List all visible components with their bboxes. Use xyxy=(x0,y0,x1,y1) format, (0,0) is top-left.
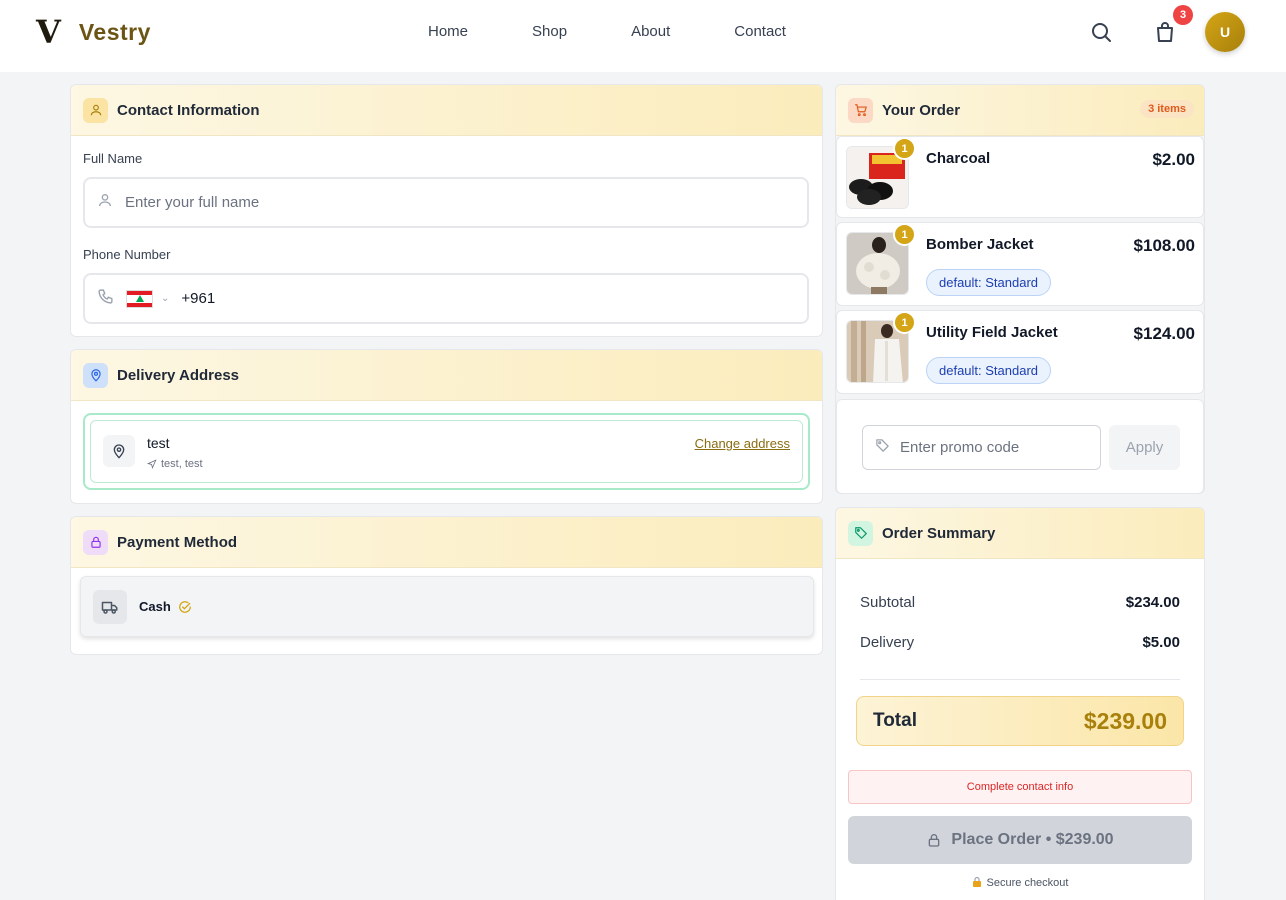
phone-dial-code[interactable]: +961 xyxy=(181,290,215,307)
full-name-label: Full Name xyxy=(83,151,143,166)
total-row: Total $239.00 xyxy=(856,696,1184,746)
order-summary-card: Order Summary Subtotal $234.00 Delivery … xyxy=(835,507,1205,900)
items-count-badge: 3 items xyxy=(1140,100,1194,118)
your-order-title: Your Order xyxy=(882,101,961,119)
change-address-link[interactable]: Change address xyxy=(695,436,790,451)
order-summary-title: Order Summary xyxy=(882,524,996,542)
phone-icon xyxy=(97,288,114,310)
order-item: 1 Utility Field Jacket $124.00 default: … xyxy=(836,310,1204,394)
your-order-header: Your Order 3 items xyxy=(836,85,1204,136)
promo-code-input[interactable] xyxy=(900,439,1090,456)
order-item: 1 Charcoal $2.00 xyxy=(836,136,1204,218)
payment-method-title: Payment Method xyxy=(117,533,238,551)
navigation-icon xyxy=(147,459,157,469)
variant-chip: default: Standard xyxy=(926,357,1052,384)
address-line-text: test, test xyxy=(161,458,203,470)
item-price: $2.00 xyxy=(1152,150,1195,169)
phone-label: Phone Number xyxy=(83,247,171,262)
user-avatar[interactable]: U xyxy=(1205,12,1245,52)
lebanon-flag-icon[interactable] xyxy=(126,289,153,308)
truck-icon xyxy=(93,589,127,624)
cart-count-badge: 3 xyxy=(1173,5,1193,25)
contact-info-header: Contact Information xyxy=(71,85,822,136)
subtotal-label: Subtotal xyxy=(860,594,916,611)
item-name: Utility Field Jacket xyxy=(926,324,1058,341)
place-order-label: Place Order • $239.00 xyxy=(951,831,1114,848)
phone-field: ⌄ +961 xyxy=(83,273,809,324)
order-summary-header: Order Summary xyxy=(836,508,1204,559)
total-value: $239.00 xyxy=(1083,707,1167,734)
payment-method-header: Payment Method xyxy=(71,517,822,568)
top-navbar: V Vestry Home Shop About Contact 3 U xyxy=(0,0,1286,72)
full-name-input[interactable] xyxy=(125,194,725,211)
tag-icon xyxy=(875,438,890,458)
shopping-bag-icon[interactable] xyxy=(1153,20,1177,44)
address-option[interactable]: test test, test Change address xyxy=(90,420,803,483)
delivery-label: Delivery xyxy=(860,634,915,651)
item-name: Bomber Jacket xyxy=(926,236,1034,253)
delivery-address-title: Delivery Address xyxy=(117,366,240,384)
quantity-badge: 1 xyxy=(893,311,916,334)
address-name: test xyxy=(147,435,170,451)
selected-address-frame[interactable]: test test, test Change address xyxy=(83,413,810,490)
check-circle-icon xyxy=(178,600,192,614)
quantity-badge: 1 xyxy=(893,137,916,160)
variant-chip: default: Standard xyxy=(926,269,1052,296)
secure-checkout-text: Secure checkout xyxy=(986,877,1069,889)
user-icon xyxy=(97,192,113,213)
secure-checkout-note: Secure checkout xyxy=(836,876,1204,890)
logo-mark: V xyxy=(36,13,61,51)
validation-warning: Complete contact info xyxy=(848,770,1192,804)
promo-code-section: Apply xyxy=(836,399,1204,493)
full-name-field xyxy=(83,177,809,228)
map-pin-icon xyxy=(83,362,108,388)
search-icon[interactable] xyxy=(1089,20,1113,44)
promo-code-field xyxy=(862,425,1101,470)
nav-home[interactable]: Home xyxy=(428,22,468,42)
subtotal-row: Subtotal $234.00 xyxy=(860,594,1180,611)
quantity-badge: 1 xyxy=(893,223,916,246)
item-price: $124.00 xyxy=(1133,324,1195,343)
lock-icon xyxy=(83,529,108,555)
total-label: Total xyxy=(873,710,917,731)
item-price: $108.00 xyxy=(1133,236,1195,255)
nav-about[interactable]: About xyxy=(631,22,670,42)
lock-icon xyxy=(929,834,940,847)
address-line: test, test xyxy=(147,458,203,470)
chevron-down-icon[interactable]: ⌄ xyxy=(161,293,169,304)
user-icon xyxy=(83,97,108,123)
delivery-value: $5.00 xyxy=(1142,634,1180,651)
payment-option-label: Cash xyxy=(139,599,171,614)
brand-logo[interactable]: V Vestry xyxy=(36,16,151,48)
order-item: 1 Bomber Jacket $108.00 default: Standar… xyxy=(836,222,1204,306)
place-order-button[interactable]: Place Order • $239.00 xyxy=(848,816,1192,864)
main-nav: Home Shop About Contact xyxy=(428,22,850,42)
delivery-address-header: Delivery Address xyxy=(71,350,822,401)
padlock-icon xyxy=(972,876,982,890)
cart-icon xyxy=(848,97,873,123)
item-name: Charcoal xyxy=(926,150,991,167)
delivery-row: Delivery $5.00 xyxy=(860,634,1180,651)
payment-option-cash[interactable]: Cash xyxy=(80,576,814,637)
contact-info-card: Contact Information Full Name Phone Numb… xyxy=(70,84,823,337)
apply-promo-button[interactable]: Apply xyxy=(1109,425,1180,470)
nav-contact[interactable]: Contact xyxy=(734,22,786,42)
contact-info-title: Contact Information xyxy=(117,101,260,119)
your-order-card: Your Order 3 items 1 Charcoal $2.00 1 Bo… xyxy=(835,84,1205,494)
brand-name: Vestry xyxy=(78,18,151,45)
tag-icon xyxy=(848,520,873,546)
subtotal-value: $234.00 xyxy=(1125,594,1180,611)
delivery-address-card: Delivery Address test test, test Change … xyxy=(70,349,823,504)
map-pin-icon xyxy=(103,435,135,467)
nav-shop[interactable]: Shop xyxy=(532,22,567,42)
summary-divider xyxy=(860,679,1180,680)
payment-method-card: Payment Method Cash xyxy=(70,516,823,655)
